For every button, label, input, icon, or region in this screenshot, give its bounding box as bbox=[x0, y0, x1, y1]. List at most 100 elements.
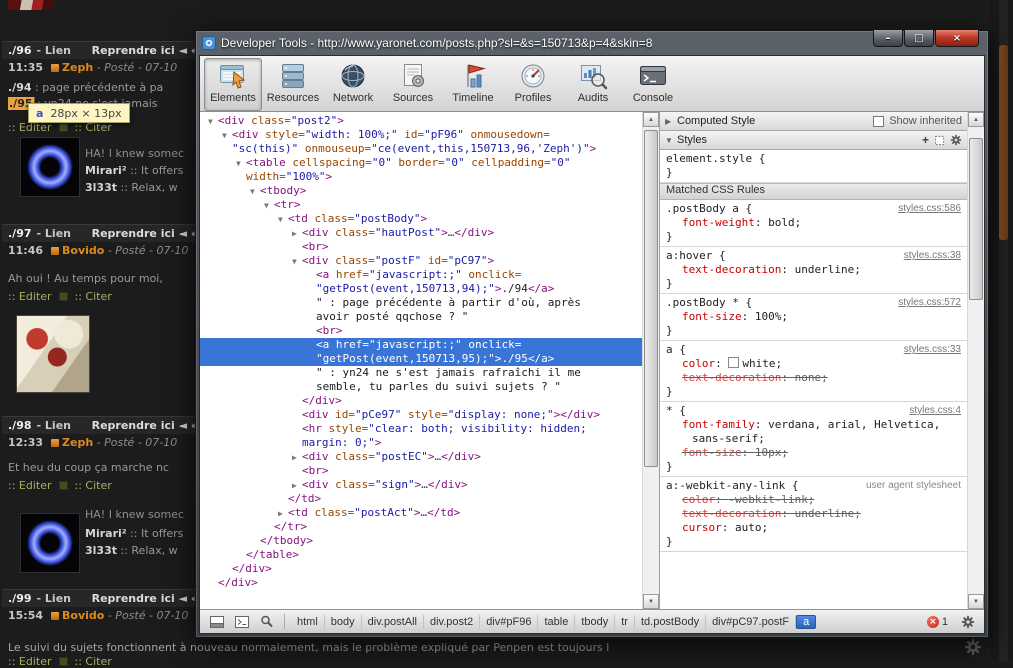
quote-link[interactable]: :: Citer bbox=[75, 655, 112, 668]
expand-arrow-icon[interactable]: ▶ bbox=[292, 479, 302, 493]
author-link[interactable]: Bovido bbox=[62, 244, 104, 257]
breadcrumb-item[interactable]: div.postAll bbox=[362, 615, 424, 629]
resume-here-link[interactable]: Reprendre ici ◄ « bbox=[92, 592, 198, 605]
maximize-button[interactable]: □ bbox=[904, 30, 934, 47]
css-property[interactable]: font-family: verdana, arial, Helvetica, … bbox=[666, 418, 961, 446]
tab-profiles[interactable]: Profiles bbox=[504, 58, 562, 111]
author-link[interactable]: Zeph bbox=[62, 61, 93, 74]
post-lien-label[interactable]: - Lien bbox=[37, 419, 71, 432]
css-property[interactable]: text-decoration: none; bbox=[666, 371, 961, 385]
tree-line[interactable]: "getPost(event,150713,95);">./95</a> bbox=[200, 352, 642, 366]
collapse-arrow-icon[interactable]: ▼ bbox=[264, 199, 274, 213]
stylesheet-link[interactable]: styles.css:4 bbox=[909, 404, 961, 416]
window-titlebar[interactable]: Developer Tools - http://www.yaronet.com… bbox=[199, 31, 985, 55]
quote-link[interactable]: :: Citer bbox=[75, 479, 112, 492]
tree-line[interactable]: margin: 0;"> bbox=[200, 436, 642, 450]
styles-gear-icon[interactable] bbox=[950, 134, 962, 146]
css-property[interactable]: color: white; bbox=[666, 357, 961, 371]
tree-line[interactable]: semble, tu parles du suivi sujets ? " bbox=[200, 380, 642, 394]
tree-scrollbar[interactable]: ▲ ▼ bbox=[642, 112, 659, 609]
username[interactable]: 3l33t bbox=[85, 544, 117, 557]
settings-gear-icon[interactable] bbox=[956, 613, 979, 631]
css-property[interactable]: font-size: 10px; bbox=[666, 446, 961, 460]
tree-line[interactable]: avoir posté qqchose ? " bbox=[200, 310, 642, 324]
tree-line[interactable]: ▼<div class="postF" id="pC97"> bbox=[200, 254, 642, 268]
tree-line[interactable]: <a href="javascript:;" onclick= bbox=[200, 338, 642, 352]
tree-line[interactable]: </div> bbox=[200, 562, 642, 576]
tree-line[interactable]: <a href="javascript:;" onclick= bbox=[200, 268, 642, 282]
tree-line[interactable]: " : yn24 ne s'est jamais rafraîchi il me bbox=[200, 366, 642, 380]
css-property[interactable]: font-size: 100%; bbox=[666, 310, 961, 324]
post-ref-link[interactable]: ./94 bbox=[8, 81, 32, 94]
tab-sources[interactable]: Sources bbox=[384, 58, 442, 111]
expand-arrow-icon[interactable]: ▶ bbox=[278, 507, 288, 521]
author-link[interactable]: Bovido bbox=[62, 609, 104, 622]
scroll-up-button[interactable]: ▲ bbox=[968, 112, 984, 127]
page-settings-gear-icon[interactable] bbox=[964, 638, 982, 656]
breadcrumb-item[interactable]: div#pF96 bbox=[480, 615, 538, 629]
post-lien-label[interactable]: - Lien bbox=[37, 592, 71, 605]
tab-audits[interactable]: Audits bbox=[564, 58, 622, 111]
author-link[interactable]: Zeph bbox=[62, 436, 93, 449]
scroll-down-button[interactable]: ▼ bbox=[643, 594, 659, 609]
tree-line[interactable]: " : page précédente à partir d'où, après bbox=[200, 296, 642, 310]
post-number-link[interactable]: ./99 bbox=[8, 592, 32, 605]
rule-selector[interactable]: element.style bbox=[666, 152, 752, 165]
breadcrumb-item[interactable]: a bbox=[796, 615, 816, 629]
resume-here-link[interactable]: Reprendre ici ◄ « bbox=[92, 227, 198, 240]
element-state-icon[interactable] bbox=[934, 135, 945, 146]
color-swatch-icon[interactable] bbox=[728, 357, 739, 368]
breadcrumb-item[interactable]: div.post2 bbox=[424, 615, 480, 629]
breadcrumb-item[interactable]: td.postBody bbox=[635, 615, 706, 629]
edit-link[interactable]: :: Editer bbox=[8, 655, 52, 668]
avatar[interactable] bbox=[16, 315, 90, 393]
tree-line[interactable]: ▼<div style="width: 100%;" id="pF96" onm… bbox=[200, 128, 642, 142]
edit-link[interactable]: :: Editer bbox=[8, 479, 52, 492]
computed-style-section-header[interactable]: ▶ Computed Style Show inherited bbox=[660, 112, 967, 131]
css-property[interactable]: text-decoration: underline; bbox=[666, 507, 961, 521]
tree-line[interactable]: "sc(this)" onmouseup="ce(event,this,1507… bbox=[200, 142, 642, 156]
show-inherited-checkbox[interactable] bbox=[873, 116, 884, 127]
close-button[interactable]: × bbox=[935, 30, 979, 47]
collapse-arrow-icon[interactable]: ▼ bbox=[292, 255, 302, 269]
expand-arrow-icon[interactable]: ▶ bbox=[292, 451, 302, 465]
collapse-arrow-icon[interactable]: ▼ bbox=[222, 129, 232, 143]
username[interactable]: Mirari² bbox=[85, 164, 127, 177]
tree-line[interactable]: <br> bbox=[200, 240, 642, 254]
tree-line[interactable]: ▼<tbody> bbox=[200, 184, 642, 198]
tree-line[interactable]: "getPost(event,150713,94);">./94</a> bbox=[200, 282, 642, 296]
tree-line[interactable]: <br> bbox=[200, 324, 642, 338]
stylesheet-link[interactable]: styles.css:38 bbox=[904, 249, 961, 261]
edit-link[interactable]: :: Editer bbox=[8, 290, 52, 303]
css-property[interactable]: text-decoration: underline; bbox=[666, 263, 961, 277]
rule-selector[interactable]: .postBody a { bbox=[666, 202, 752, 215]
inspect-element-button[interactable] bbox=[255, 613, 278, 631]
rule-selector[interactable]: .postBody * { bbox=[666, 296, 752, 309]
tab-console[interactable]: Console bbox=[624, 58, 682, 111]
css-property[interactable]: color: -webkit-link; bbox=[666, 493, 961, 507]
post-number-link[interactable]: ./97 bbox=[8, 227, 32, 240]
stylesheet-link[interactable]: styles.css:586 bbox=[898, 202, 961, 214]
tree-line[interactable]: </div> bbox=[200, 394, 642, 408]
collapse-arrow-icon[interactable]: ▼ bbox=[278, 213, 288, 227]
new-style-rule-button[interactable]: + bbox=[922, 133, 929, 147]
tree-line[interactable]: ▶<div class="hautPost">…</div> bbox=[200, 226, 642, 240]
breadcrumb-item[interactable]: body bbox=[325, 615, 362, 629]
resume-here-link[interactable]: Reprendre ici ◄ « bbox=[92, 419, 198, 432]
tree-line[interactable]: </table> bbox=[200, 548, 642, 562]
tree-line[interactable]: </td> bbox=[200, 492, 642, 506]
rule-selector[interactable]: a:-webkit-any-link { bbox=[666, 479, 798, 492]
post-lien-label[interactable]: - Lien bbox=[37, 227, 71, 240]
quote-link[interactable]: :: Citer bbox=[75, 290, 112, 303]
username[interactable]: Mirari² bbox=[85, 527, 127, 540]
page-scrollbar-thumb[interactable] bbox=[999, 45, 1008, 240]
minimize-button[interactable]: – bbox=[873, 30, 903, 47]
tree-line[interactable]: ▼<table cellspacing="0" border="0" cellp… bbox=[200, 156, 642, 170]
tree-line[interactable]: ▼<div class="post2"> bbox=[200, 114, 642, 128]
collapse-arrow-icon[interactable]: ▼ bbox=[208, 115, 218, 129]
tree-line[interactable]: ▼<tr> bbox=[200, 198, 642, 212]
scrollbar-thumb[interactable] bbox=[969, 138, 983, 300]
breadcrumb-item[interactable]: div#pC97.postF bbox=[706, 615, 796, 629]
tree-line[interactable]: </tbody> bbox=[200, 534, 642, 548]
tab-elements[interactable]: Elements bbox=[204, 58, 262, 111]
